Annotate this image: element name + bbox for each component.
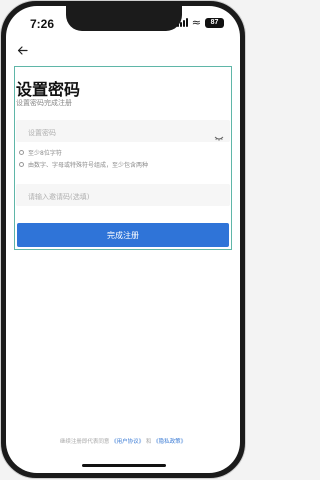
home-indicator[interactable] [82, 464, 166, 467]
agreement-notice: 继续注册即代表同意 《用户协议》 和 《隐私政策》 [6, 437, 240, 445]
complete-registration-button[interactable]: 完成注册 [17, 223, 229, 247]
camera-notch [66, 6, 182, 31]
password-field[interactable] [16, 120, 230, 144]
status-bar: 7:26 ≈ 87 [6, 6, 240, 40]
wifi-icon: ≈ [191, 16, 201, 29]
invite-code-input[interactable] [16, 186, 208, 208]
page-subtitle: 设置密码完成注册 [16, 99, 72, 107]
user-agreement-link[interactable]: 《用户协议》 [111, 439, 144, 445]
agreement-and: 和 [145, 439, 152, 445]
back-arrow-icon[interactable] [14, 42, 30, 58]
password-rule-length: 至少8位字符 [19, 148, 62, 157]
status-icons: ≈ 87 [176, 16, 224, 29]
password-rule-composition: 由数字、字母或特殊符号组成，至少包含两种 [19, 160, 148, 169]
status-time: 7:26 [30, 17, 55, 31]
rule-text: 由数字、字母或特殊符号组成，至少包含两种 [28, 162, 149, 169]
battery-icon: 87 [205, 17, 224, 28]
rule-status-circle-icon [19, 162, 24, 167]
phone-frame: 7:26 ≈ 87 设置密码 设置密码完成注册 至少8位字符 由数字、字母或特殊… [0, 0, 246, 479]
signal-icon [176, 18, 188, 27]
page-title: 设置密码 [16, 80, 81, 99]
agreement-prefix: 继续注册即代表同意 [59, 439, 110, 445]
rule-text: 至少8位字符 [28, 150, 62, 157]
password-input[interactable] [16, 122, 208, 144]
rule-status-circle-icon [19, 150, 24, 155]
eye-closed-icon[interactable] [214, 127, 224, 141]
invite-code-field[interactable] [16, 184, 230, 208]
privacy-policy-link[interactable]: 《隐私政策》 [153, 439, 186, 445]
app-screen: 7:26 ≈ 87 设置密码 设置密码完成注册 至少8位字符 由数字、字母或特殊… [6, 6, 240, 473]
